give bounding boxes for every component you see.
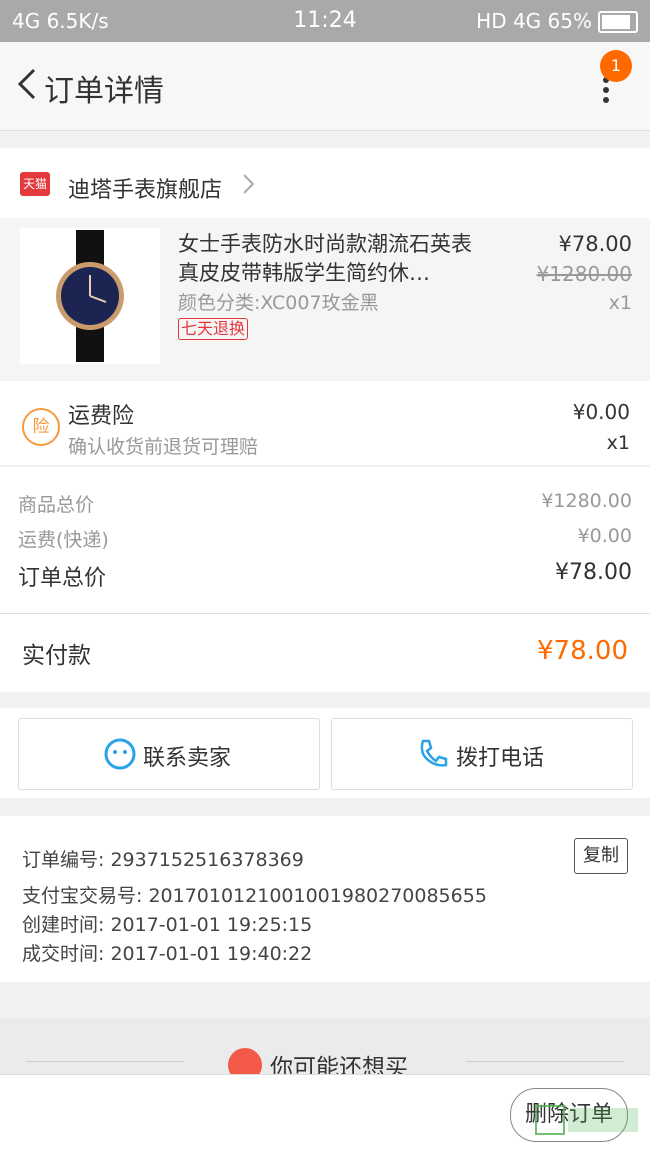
product-title[interactable]: 女士手表防水时尚款潮流石英表真皮皮带韩版学生简约休… <box>178 230 478 288</box>
product-price: ¥78.00 <box>558 232 632 256</box>
insurance-subtitle: 确认收货前退货可理赔 <box>68 436 259 458</box>
contact-seller-button[interactable]: 联系卖家 <box>18 718 320 790</box>
contact-seller-label: 联系卖家 <box>143 746 232 771</box>
shipping-value: ¥0.00 <box>577 525 632 547</box>
divider <box>466 1061 624 1062</box>
call-button[interactable]: 拨打电话 <box>331 718 633 790</box>
nav-bar: 订单详情 <box>0 42 650 131</box>
order-number: 订单编号: 2937152516378369 <box>22 849 304 871</box>
divider <box>26 1061 184 1062</box>
tmall-icon: 天猫 <box>20 172 50 196</box>
back-arrow-icon[interactable] <box>8 64 48 104</box>
order-total-value: ¥78.00 <box>555 560 632 585</box>
goods-total-label: 商品总价 <box>18 494 95 516</box>
insurance-price: ¥0.00 <box>572 400 630 424</box>
phone-icon <box>420 739 448 767</box>
paid-label: 实付款 <box>22 643 91 669</box>
insurance-icon: 险 <box>22 408 60 446</box>
alipay-number: 支付宝交易号: 2017010121001001980270085655 <box>22 885 487 907</box>
battery-status: HD 4G 65% <box>476 9 592 33</box>
shop-name[interactable]: 迪塔手表旗舰店 <box>68 172 222 204</box>
return-policy-tag: 七天退换 <box>178 318 249 340</box>
watermark-logo-icon <box>535 1105 638 1135</box>
created-time: 创建时间: 2017-01-01 19:25:15 <box>22 914 313 936</box>
paid-value: ¥78.00 <box>537 636 628 666</box>
battery-icon <box>598 11 638 33</box>
status-bar: 4G 6.5K/s 11:24 HD 4G 65% <box>0 0 650 42</box>
copy-button[interactable]: 复制 <box>574 838 628 874</box>
product-spec: 颜色分类:XC007玫金黑 <box>178 292 379 314</box>
product-thumbnail[interactable] <box>20 228 160 364</box>
shipping-label: 运费(快递) <box>18 529 109 551</box>
chat-bubble-icon <box>104 738 136 770</box>
page-title: 订单详情 <box>44 74 164 109</box>
product-original-price: ¥1280.00 <box>536 262 632 286</box>
chevron-right-icon[interactable] <box>238 172 258 196</box>
insurance-title: 运费险 <box>68 404 135 429</box>
completed-time: 成交时间: 2017-01-01 19:40:22 <box>22 943 313 965</box>
call-label: 拨打电话 <box>456 746 545 771</box>
order-total-label: 订单总价 <box>18 566 107 591</box>
product-quantity: x1 <box>608 292 632 314</box>
insurance-quantity: x1 <box>606 432 630 454</box>
goods-total-value: ¥1280.00 <box>541 490 632 512</box>
watch-image <box>56 230 124 362</box>
notification-badge: 1 <box>600 50 632 82</box>
